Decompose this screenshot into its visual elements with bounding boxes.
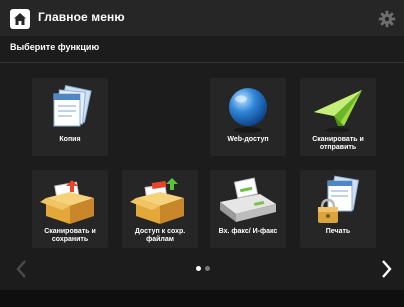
scan-and-send-button[interactable]: Сканировать и отправить xyxy=(300,78,376,156)
tile-label: Копия xyxy=(59,136,81,143)
secure-print-icon xyxy=(318,175,360,223)
paper-plane-icon xyxy=(314,90,362,133)
title-bar: Главное меню xyxy=(0,0,404,36)
globe-icon xyxy=(229,88,267,133)
home-icon xyxy=(14,13,26,25)
page-title: Главное меню xyxy=(38,10,125,24)
tile-label: Вх. факс/ И-факс xyxy=(218,228,278,235)
tile-label: Сканировать и сохранить xyxy=(44,228,96,243)
status-bar xyxy=(0,290,404,307)
tile-label: Доступ к сохр. файлам xyxy=(134,228,186,243)
copy-icon xyxy=(53,85,92,127)
page-dot xyxy=(205,266,210,271)
copy-button[interactable]: Копия xyxy=(32,78,108,156)
tile-label: Печать xyxy=(325,228,351,235)
page-dot-active xyxy=(196,266,201,271)
page-indicator xyxy=(196,266,220,274)
web-access-button[interactable]: Web-доступ xyxy=(210,78,286,156)
fax-inbox-button[interactable]: Вх. факс/ И-факс xyxy=(210,170,286,248)
home-button[interactable] xyxy=(10,9,30,29)
gear-icon[interactable] xyxy=(378,10,396,28)
stored-files-icon xyxy=(130,178,184,224)
chevron-right-icon[interactable] xyxy=(378,258,394,280)
print-button[interactable]: Печать xyxy=(300,170,376,248)
tile-label: Web-доступ xyxy=(227,136,269,143)
function-prompt: Выберите функцию xyxy=(10,42,100,52)
fax-icon xyxy=(220,177,276,222)
scan-box-icon xyxy=(40,180,94,224)
main-menu-screen: Главное меню Выберите функцию Копия Web-… xyxy=(0,0,404,307)
chevron-left-icon[interactable] xyxy=(14,258,30,280)
function-prompt-bar: Выберите функцию xyxy=(0,36,404,63)
access-stored-files-button[interactable]: Доступ к сохр. файлам xyxy=(122,170,198,248)
tile-label: Сканировать и отправить xyxy=(312,136,364,151)
scan-and-store-button[interactable]: Сканировать и сохранить xyxy=(32,170,108,248)
